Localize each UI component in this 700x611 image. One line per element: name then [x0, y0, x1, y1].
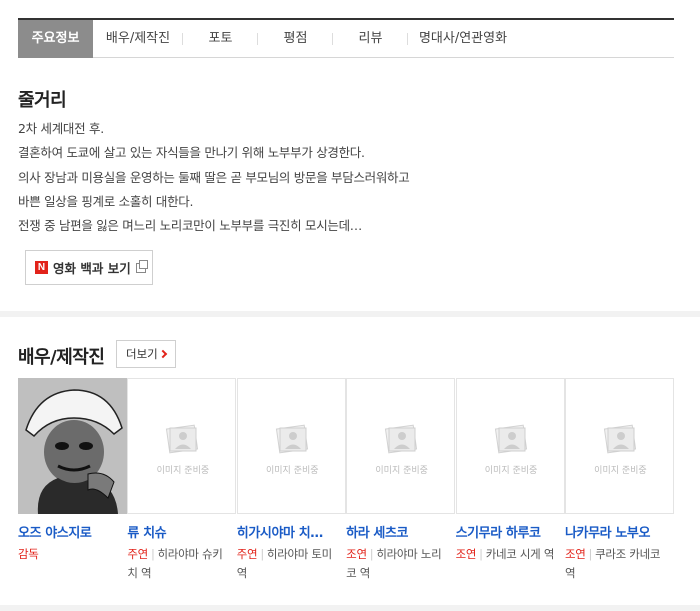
cast-type: 조연: [564, 547, 586, 561]
cast-card[interactable]: 이미지 준비중하라 세츠코조연 | 히라야마 노리코 역: [346, 378, 456, 583]
image-placeholder-icon: [381, 419, 421, 459]
cast-name-link[interactable]: 하라 세츠코: [346, 522, 446, 541]
cast-name-link[interactable]: 히가시야마 치…: [237, 522, 337, 541]
synopsis-text: 2차 세계대전 후. 결혼하여 도쿄에 살고 있는 자식들을 만나기 위해 노부…: [18, 117, 658, 238]
movie-encyclopedia-button[interactable]: N 영화 백과 보기: [25, 250, 153, 285]
cast-photo-placeholder[interactable]: 이미지 준비중: [127, 378, 237, 514]
tab-rating[interactable]: 평점: [258, 20, 333, 58]
cast-role: 주연 | 히라야마 토미 역: [237, 545, 342, 583]
cast-photo-placeholder[interactable]: 이미지 준비중: [236, 378, 346, 514]
naver-logo-icon: N: [35, 261, 48, 274]
section-divider: [0, 311, 700, 317]
section-divider: [0, 605, 700, 611]
cast-role: 주연 | 히라야마 슈키치 역: [127, 545, 232, 583]
cast-type: 조연: [455, 547, 477, 561]
cast-card[interactable]: 오즈 야스지로감독: [18, 378, 127, 583]
synopsis-line: 바쁜 일상을 핑계로 소홀히 대한다.: [18, 193, 194, 209]
tab-quotes-related[interactable]: 명대사/연관영화: [408, 20, 518, 58]
tab-bar: 주요정보 배우/제작진 포토 평점 리뷰 명대사/연관영화: [18, 18, 674, 58]
cast-card[interactable]: 이미지 준비중나카무라 노부오조연 | 쿠라조 카네코 역: [564, 378, 674, 583]
cast-type: 감독: [18, 547, 39, 561]
image-placeholder-icon: [600, 419, 640, 459]
placeholder-text: 이미지 준비중: [484, 466, 538, 476]
cast-name-link[interactable]: 오즈 야스지로: [18, 522, 118, 541]
synopsis-title: 줄거리: [18, 90, 67, 111]
cast-photo-placeholder[interactable]: 이미지 준비중: [346, 378, 456, 514]
placeholder-text: 이미지 준비중: [594, 466, 647, 476]
cast-role: 조연 | 히라야마 노리코 역: [346, 545, 451, 583]
cast-photo[interactable]: [18, 378, 127, 514]
synopsis-line: 결혼하여 도쿄에 살고 있는 자식들을 만나기 위해 노부부가 상경한다.: [18, 145, 365, 161]
separator: |: [588, 547, 593, 561]
separator: |: [150, 547, 155, 561]
cast-grid: 오즈 야스지로감독 이미지 준비중류 치슈주연 | 히라야마 슈키치 역 이미지 준…: [18, 378, 674, 583]
encyclopedia-label: 영화 백과 보기: [53, 261, 131, 276]
cast-card[interactable]: 이미지 준비중류 치슈주연 | 히라야마 슈키치 역: [127, 378, 237, 583]
cast-card[interactable]: 이미지 준비중스기무라 하루코조연 | 카네코 시게 역: [455, 378, 565, 583]
image-placeholder-icon: [162, 419, 202, 459]
cast-role-name: 카네코 시게 역: [485, 547, 555, 561]
synopsis-line: 전쟁 중 남편을 잃은 며느리 노리코만이 노부부를 극진히 모시는데…: [18, 218, 362, 234]
cast-type: 주연: [127, 547, 148, 561]
tab-main-info[interactable]: 주요정보: [18, 20, 93, 58]
cast-photo-placeholder[interactable]: 이미지 준비중: [455, 378, 565, 514]
cast-role: 조연 | 쿠라조 카네코 역: [565, 545, 670, 583]
cast-name-link[interactable]: 나카무라 노부오: [565, 522, 665, 541]
separator: |: [260, 547, 264, 561]
cast-card[interactable]: 이미지 준비중히가시야마 치… 주연 | 히라야마 토미 역: [236, 378, 346, 583]
placeholder-text: 이미지 준비중: [375, 466, 428, 476]
tab-photo[interactable]: 포토: [183, 20, 258, 58]
placeholder-text: 이미지 준비중: [156, 466, 210, 476]
tab-review[interactable]: 리뷰: [333, 20, 408, 58]
synopsis-line: 2차 세계대전 후.: [18, 121, 104, 136]
separator: |: [479, 547, 483, 561]
cast-type: 주연: [236, 547, 258, 561]
placeholder-text: 이미지 준비중: [266, 466, 319, 476]
tab-cast-crew[interactable]: 배우/제작진: [93, 20, 183, 58]
cast-role: 감독: [18, 545, 123, 564]
cast-type: 조연: [346, 547, 367, 561]
cast-role: 조연 | 카네코 시게 역: [456, 545, 561, 564]
cast-photo-placeholder[interactable]: 이미지 준비중: [564, 378, 674, 514]
synopsis-line: 의사 장남과 미용실을 운영하는 둘째 딸은 곧 부모님의 방문을 부담스러워하…: [18, 169, 410, 185]
cast-name-link[interactable]: 류 치슈: [127, 522, 227, 541]
chevron-right-icon: [158, 349, 168, 359]
cast-name-link[interactable]: 스기무라 하루코: [456, 522, 556, 541]
more-button[interactable]: 더보기: [116, 340, 176, 368]
cast-section-title: 배우/제작진: [18, 347, 105, 368]
external-link-icon: [135, 259, 148, 273]
image-placeholder-icon: [491, 419, 531, 459]
separator: |: [369, 547, 374, 561]
image-placeholder-icon: [272, 419, 312, 459]
